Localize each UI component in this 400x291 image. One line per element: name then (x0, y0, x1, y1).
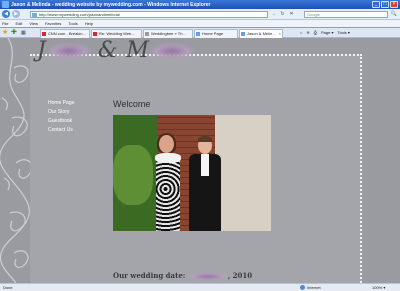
url-text: http://www.mywedding.com/jasonandmelinda… (39, 12, 120, 17)
tab-label: Home Page (202, 31, 224, 36)
security-zone: Internet (300, 284, 321, 291)
nav-home-page[interactable]: Home Page (48, 100, 74, 106)
maximize-button[interactable]: □ (381, 1, 389, 8)
tab-favicon-icon (241, 32, 245, 36)
title-bar: Jason & Melinda - wedding website by myw… (0, 0, 400, 9)
tab-favicon-icon (145, 32, 149, 36)
bride-face (159, 135, 174, 153)
tab-cnn[interactable]: CNN.com - Breakin... (40, 29, 90, 38)
header-initial-j: J (37, 38, 47, 63)
globe-icon (300, 285, 305, 291)
tab-label: Re: Wedding Web... (99, 31, 135, 36)
photo-bride (151, 133, 183, 231)
add-favorite-icon[interactable]: ✚ (11, 29, 19, 37)
print-icon[interactable]: ⎙ (314, 29, 317, 37)
tab-home-page[interactable]: Home Page (194, 29, 238, 38)
menu-view[interactable]: View (29, 21, 38, 26)
site-header-title: J & M (37, 38, 193, 63)
site-nav: Home Page Our Story Guestbook Contact Us (48, 100, 74, 133)
tools-menu-button[interactable]: Tools ▾ (337, 29, 349, 37)
search-input[interactable]: Google (304, 11, 388, 18)
tab-jason-melinda[interactable]: Jason & Melin... × (239, 29, 283, 38)
photo-bush-highlight (113, 145, 153, 205)
photo-door (215, 115, 271, 231)
favorites-star-icon[interactable]: ★ (2, 29, 10, 37)
back-button[interactable]: ◀ (2, 10, 10, 18)
site-favicon-icon (32, 13, 37, 17)
tab-close-icon[interactable]: × (279, 30, 281, 38)
page-heading: Welcome (113, 99, 151, 109)
tab-label: Weddingbee » Th... (151, 31, 186, 36)
status-bar: Done Internet 100% ▾ (0, 283, 400, 291)
tab-label: CNN.com - Breakin... (48, 31, 86, 36)
tab-favicon-icon (42, 32, 46, 36)
feeds-icon[interactable]: ≋ (306, 29, 309, 37)
groom-shirt (201, 154, 209, 176)
address-actions: → ↻ ✕ (270, 11, 295, 18)
menu-edit[interactable]: Edit (15, 21, 22, 26)
stop-button[interactable]: ✕ (288, 11, 295, 18)
nav-contact-us[interactable]: Contact Us (48, 127, 74, 133)
address-bar: ◀ ▶ http://www.mywedding.com/jasonandmel… (0, 9, 400, 20)
ie-icon (2, 1, 9, 8)
bride-dress (156, 161, 180, 231)
nav-guestbook[interactable]: Guestbook (48, 118, 74, 124)
quick-tabs-icon[interactable]: ▦ (21, 30, 29, 37)
status-text: Done (3, 285, 13, 290)
tab-favicon-icon (196, 32, 200, 36)
menu-tools[interactable]: Tools (68, 21, 77, 26)
tab-bar: ★ ✚ ▦ CNN.com - Breakin... Re: Wedding W… (0, 28, 400, 38)
redacted-name-2 (150, 44, 193, 58)
close-button[interactable]: × (390, 1, 398, 8)
command-bar: ⌂ ≋ ⎙ Page ▾ Tools ▾ (300, 29, 350, 37)
couple-photo (113, 115, 271, 231)
window-title: Jason & Melinda - wedding website by myw… (11, 1, 211, 8)
url-input[interactable]: http://www.mywedding.com/jasonandmelinda… (30, 11, 268, 18)
tab-label: Jason & Melin... (247, 31, 276, 36)
redacted-name-1 (47, 44, 90, 58)
tab-weddingbee[interactable]: Weddingbee » Th... (143, 29, 193, 38)
menu-bar: File Edit View Favorites Tools Help (0, 20, 400, 27)
go-button[interactable]: → (270, 11, 277, 18)
wedding-date-text: Our wedding date: , 2010 (113, 271, 252, 280)
menu-favorites[interactable]: Favorites (45, 21, 61, 26)
tab-favicon-icon (93, 32, 97, 36)
tab-wedding-web[interactable]: Re: Wedding Web... (91, 29, 142, 38)
refresh-button[interactable]: ↻ (279, 11, 286, 18)
minimize-button[interactable]: _ (372, 1, 380, 8)
groom-hair (198, 136, 212, 142)
redacted-date (187, 272, 228, 280)
window-controls: _ □ × (372, 1, 398, 8)
page-menu-button[interactable]: Page ▾ (321, 29, 333, 37)
wedding-date-year: , 2010 (227, 271, 253, 280)
zone-label: Internet (307, 285, 321, 290)
zoom-control[interactable]: 100% ▾ (372, 284, 385, 291)
search-icon[interactable]: 🔍 (390, 11, 398, 18)
wedding-date-label: Our wedding date: (113, 271, 188, 280)
home-icon[interactable]: ⌂ (300, 29, 302, 37)
nav-our-story[interactable]: Our Story (48, 109, 74, 115)
menu-file[interactable]: File (2, 21, 8, 26)
bride-scarf (155, 153, 181, 163)
photo-groom (187, 136, 223, 231)
menu-help[interactable]: Help (85, 21, 93, 26)
forward-button[interactable]: ▶ (12, 10, 20, 18)
header-initial-m: & M (97, 38, 150, 63)
